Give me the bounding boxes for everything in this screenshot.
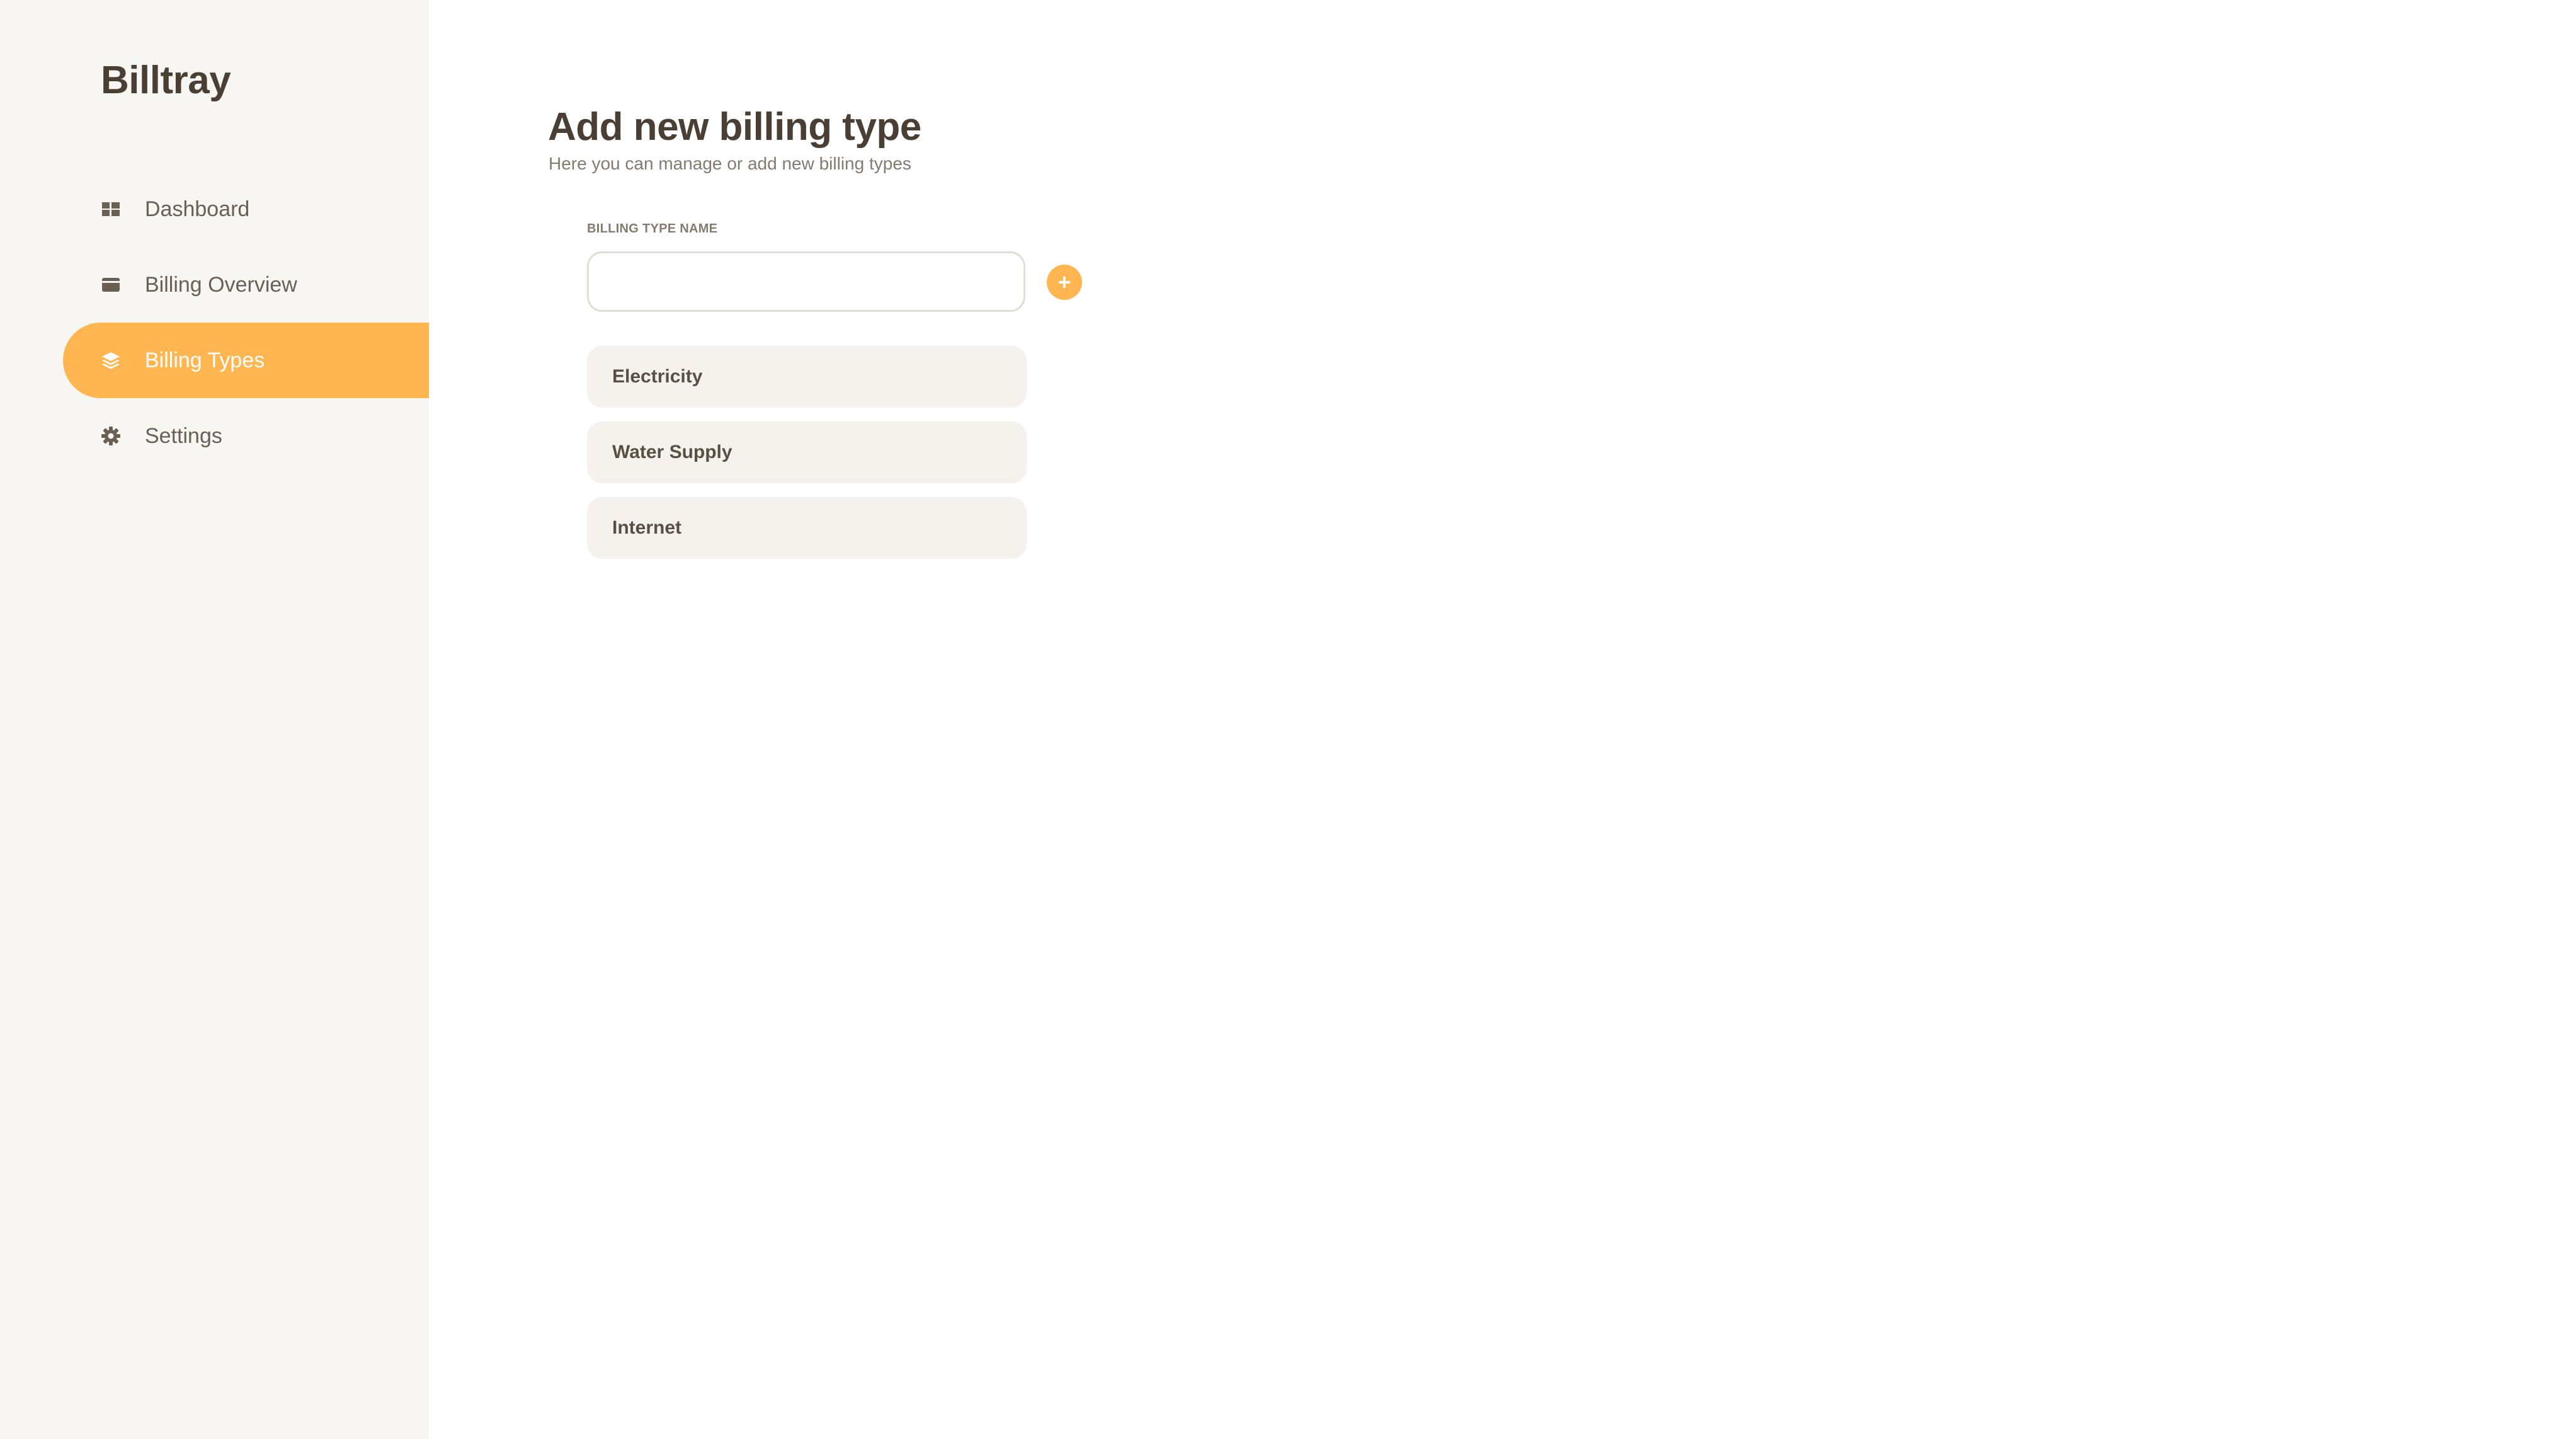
billing-type-name-label: BILLING TYPE NAME <box>587 222 718 236</box>
billing-type-name-input[interactable] <box>587 251 1025 312</box>
app-window: Billtray Dashboard Billing Overview Bill… <box>0 0 2576 1439</box>
billing-type-item-water-supply[interactable]: Water Supply <box>587 421 1027 483</box>
wallet-icon <box>101 275 121 295</box>
billing-type-item-internet[interactable]: Internet <box>587 497 1027 559</box>
sidebar-nav: Dashboard Billing Overview Billing Types… <box>0 171 429 474</box>
billing-type-label: Electricity <box>612 366 703 387</box>
plus-icon <box>1059 277 1070 288</box>
page-subtitle: Here you can manage or add new billing t… <box>549 154 911 173</box>
sidebar-item-settings[interactable]: Settings <box>0 398 429 474</box>
sidebar-item-label: Billing Overview <box>145 272 297 297</box>
sidebar-item-dashboard[interactable]: Dashboard <box>0 171 429 247</box>
billing-type-label: Internet <box>612 517 682 538</box>
sidebar-item-label: Dashboard <box>145 197 250 221</box>
billing-types-list: Electricity Water Supply Internet <box>587 346 1027 573</box>
sidebar-item-label: Billing Types <box>145 348 265 372</box>
sidebar-item-billing-overview[interactable]: Billing Overview <box>0 247 429 323</box>
main-content: Add new billing type Here you can manage… <box>429 0 2576 1439</box>
sidebar-item-billing-types[interactable]: Billing Types <box>63 323 429 398</box>
billing-type-label: Water Supply <box>612 442 732 462</box>
sidebar-item-label: Settings <box>145 423 222 448</box>
gear-icon <box>101 426 121 446</box>
page-title: Add new billing type <box>548 105 921 149</box>
add-billing-type-button[interactable] <box>1047 265 1082 300</box>
sidebar: Billtray Dashboard Billing Overview Bill… <box>0 0 429 1439</box>
layers-icon <box>101 350 121 370</box>
dashboard-icon <box>101 199 121 219</box>
billing-type-item-electricity[interactable]: Electricity <box>587 346 1027 408</box>
brand-logo[interactable]: Billtray <box>101 58 231 103</box>
